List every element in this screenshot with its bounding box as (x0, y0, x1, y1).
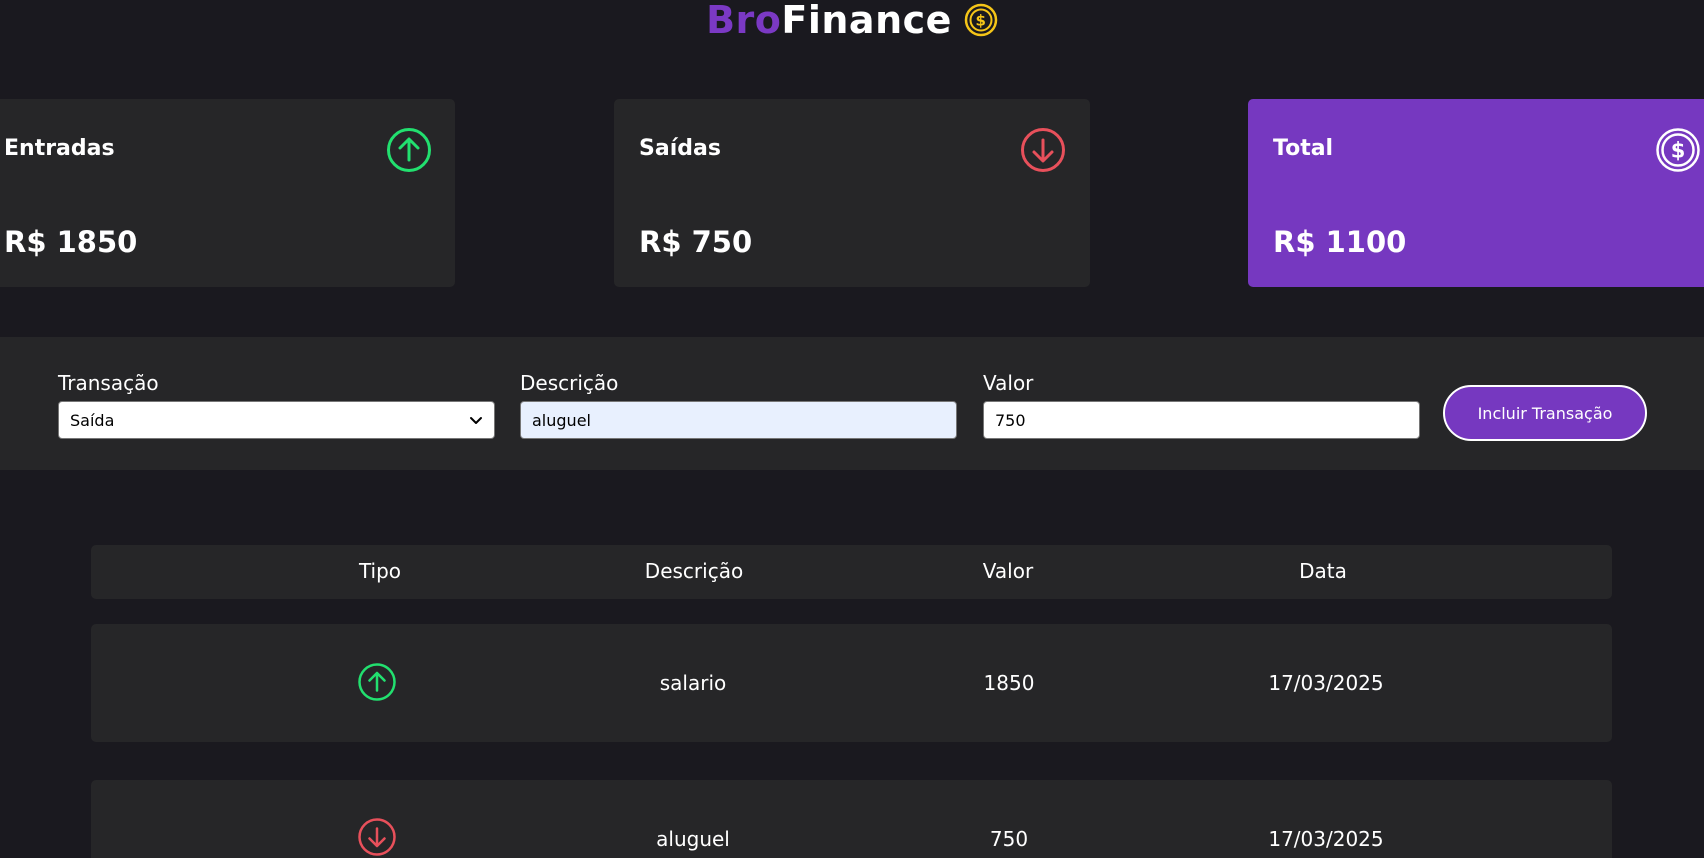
description-label: Descrição (520, 371, 619, 395)
total-card-value: R$ 1100 (1273, 225, 1407, 259)
arrow-down-circle-icon (358, 818, 396, 856)
svg-text:$: $ (975, 12, 986, 30)
column-header-amount: Valor (982, 559, 1034, 583)
chevron-down-icon (470, 417, 482, 424)
page: Bro Finance $ Entradas R$ 1850 Saídas R$ … (0, 0, 1704, 858)
add-transaction-button[interactable]: Incluir Transação (1443, 385, 1647, 441)
row-description: aluguel (656, 827, 730, 851)
transaction-type-value: Saída (70, 410, 115, 430)
expense-card-title: Saídas (639, 136, 721, 161)
income-card-title: Entradas (4, 136, 115, 161)
row-date: 17/03/2025 (1268, 671, 1384, 695)
brand-part-finance: Finance (781, 0, 952, 42)
expense-card: Saídas R$ 750 (614, 99, 1090, 287)
amount-field: Valor 750 (983, 371, 1420, 439)
arrow-up-circle-icon (358, 663, 396, 701)
transaction-type-label: Transação (58, 371, 159, 395)
transaction-type-select[interactable]: Saída (58, 401, 495, 439)
total-card-title: Total (1273, 136, 1334, 161)
amount-input[interactable]: 750 (983, 401, 1420, 439)
arrow-down-circle-icon (1021, 128, 1065, 172)
column-header-date: Data (1299, 559, 1347, 583)
table-header: Tipo Descrição Valor Data (91, 545, 1612, 599)
table-row: aluguel 750 17/03/2025 (91, 780, 1612, 858)
row-date: 17/03/2025 (1268, 827, 1384, 851)
table-row: salario 1850 17/03/2025 (91, 624, 1612, 742)
expense-card-value: R$ 750 (639, 225, 753, 259)
row-amount: 750 (989, 827, 1029, 851)
arrow-up-circle-icon (387, 128, 431, 172)
income-card-value: R$ 1850 (4, 225, 138, 259)
description-field: Descrição aluguel (520, 371, 957, 439)
income-card: Entradas R$ 1850 (0, 99, 455, 287)
description-input[interactable]: aluguel (520, 401, 957, 439)
column-header-type: Tipo (358, 559, 402, 583)
total-card: Total $ R$ 1100 (1248, 99, 1704, 287)
dollar-coin-icon: $ (964, 3, 998, 37)
brand-part-bro: Bro (706, 0, 782, 42)
dollar-circle-icon: $ (1656, 128, 1700, 172)
amount-input-value: 750 (995, 410, 1026, 430)
amount-label: Valor (983, 371, 1034, 395)
svg-text:$: $ (1671, 139, 1686, 163)
row-description: salario (659, 671, 727, 695)
description-input-value: aluguel (532, 410, 591, 430)
column-header-description: Descrição (644, 559, 744, 583)
brand-logo: Bro Finance $ (0, 0, 1704, 42)
transaction-form: Transação Saída Descrição aluguel Valor … (0, 337, 1704, 470)
row-amount: 1850 (983, 671, 1035, 695)
transaction-type-field: Transação Saída (58, 371, 495, 439)
